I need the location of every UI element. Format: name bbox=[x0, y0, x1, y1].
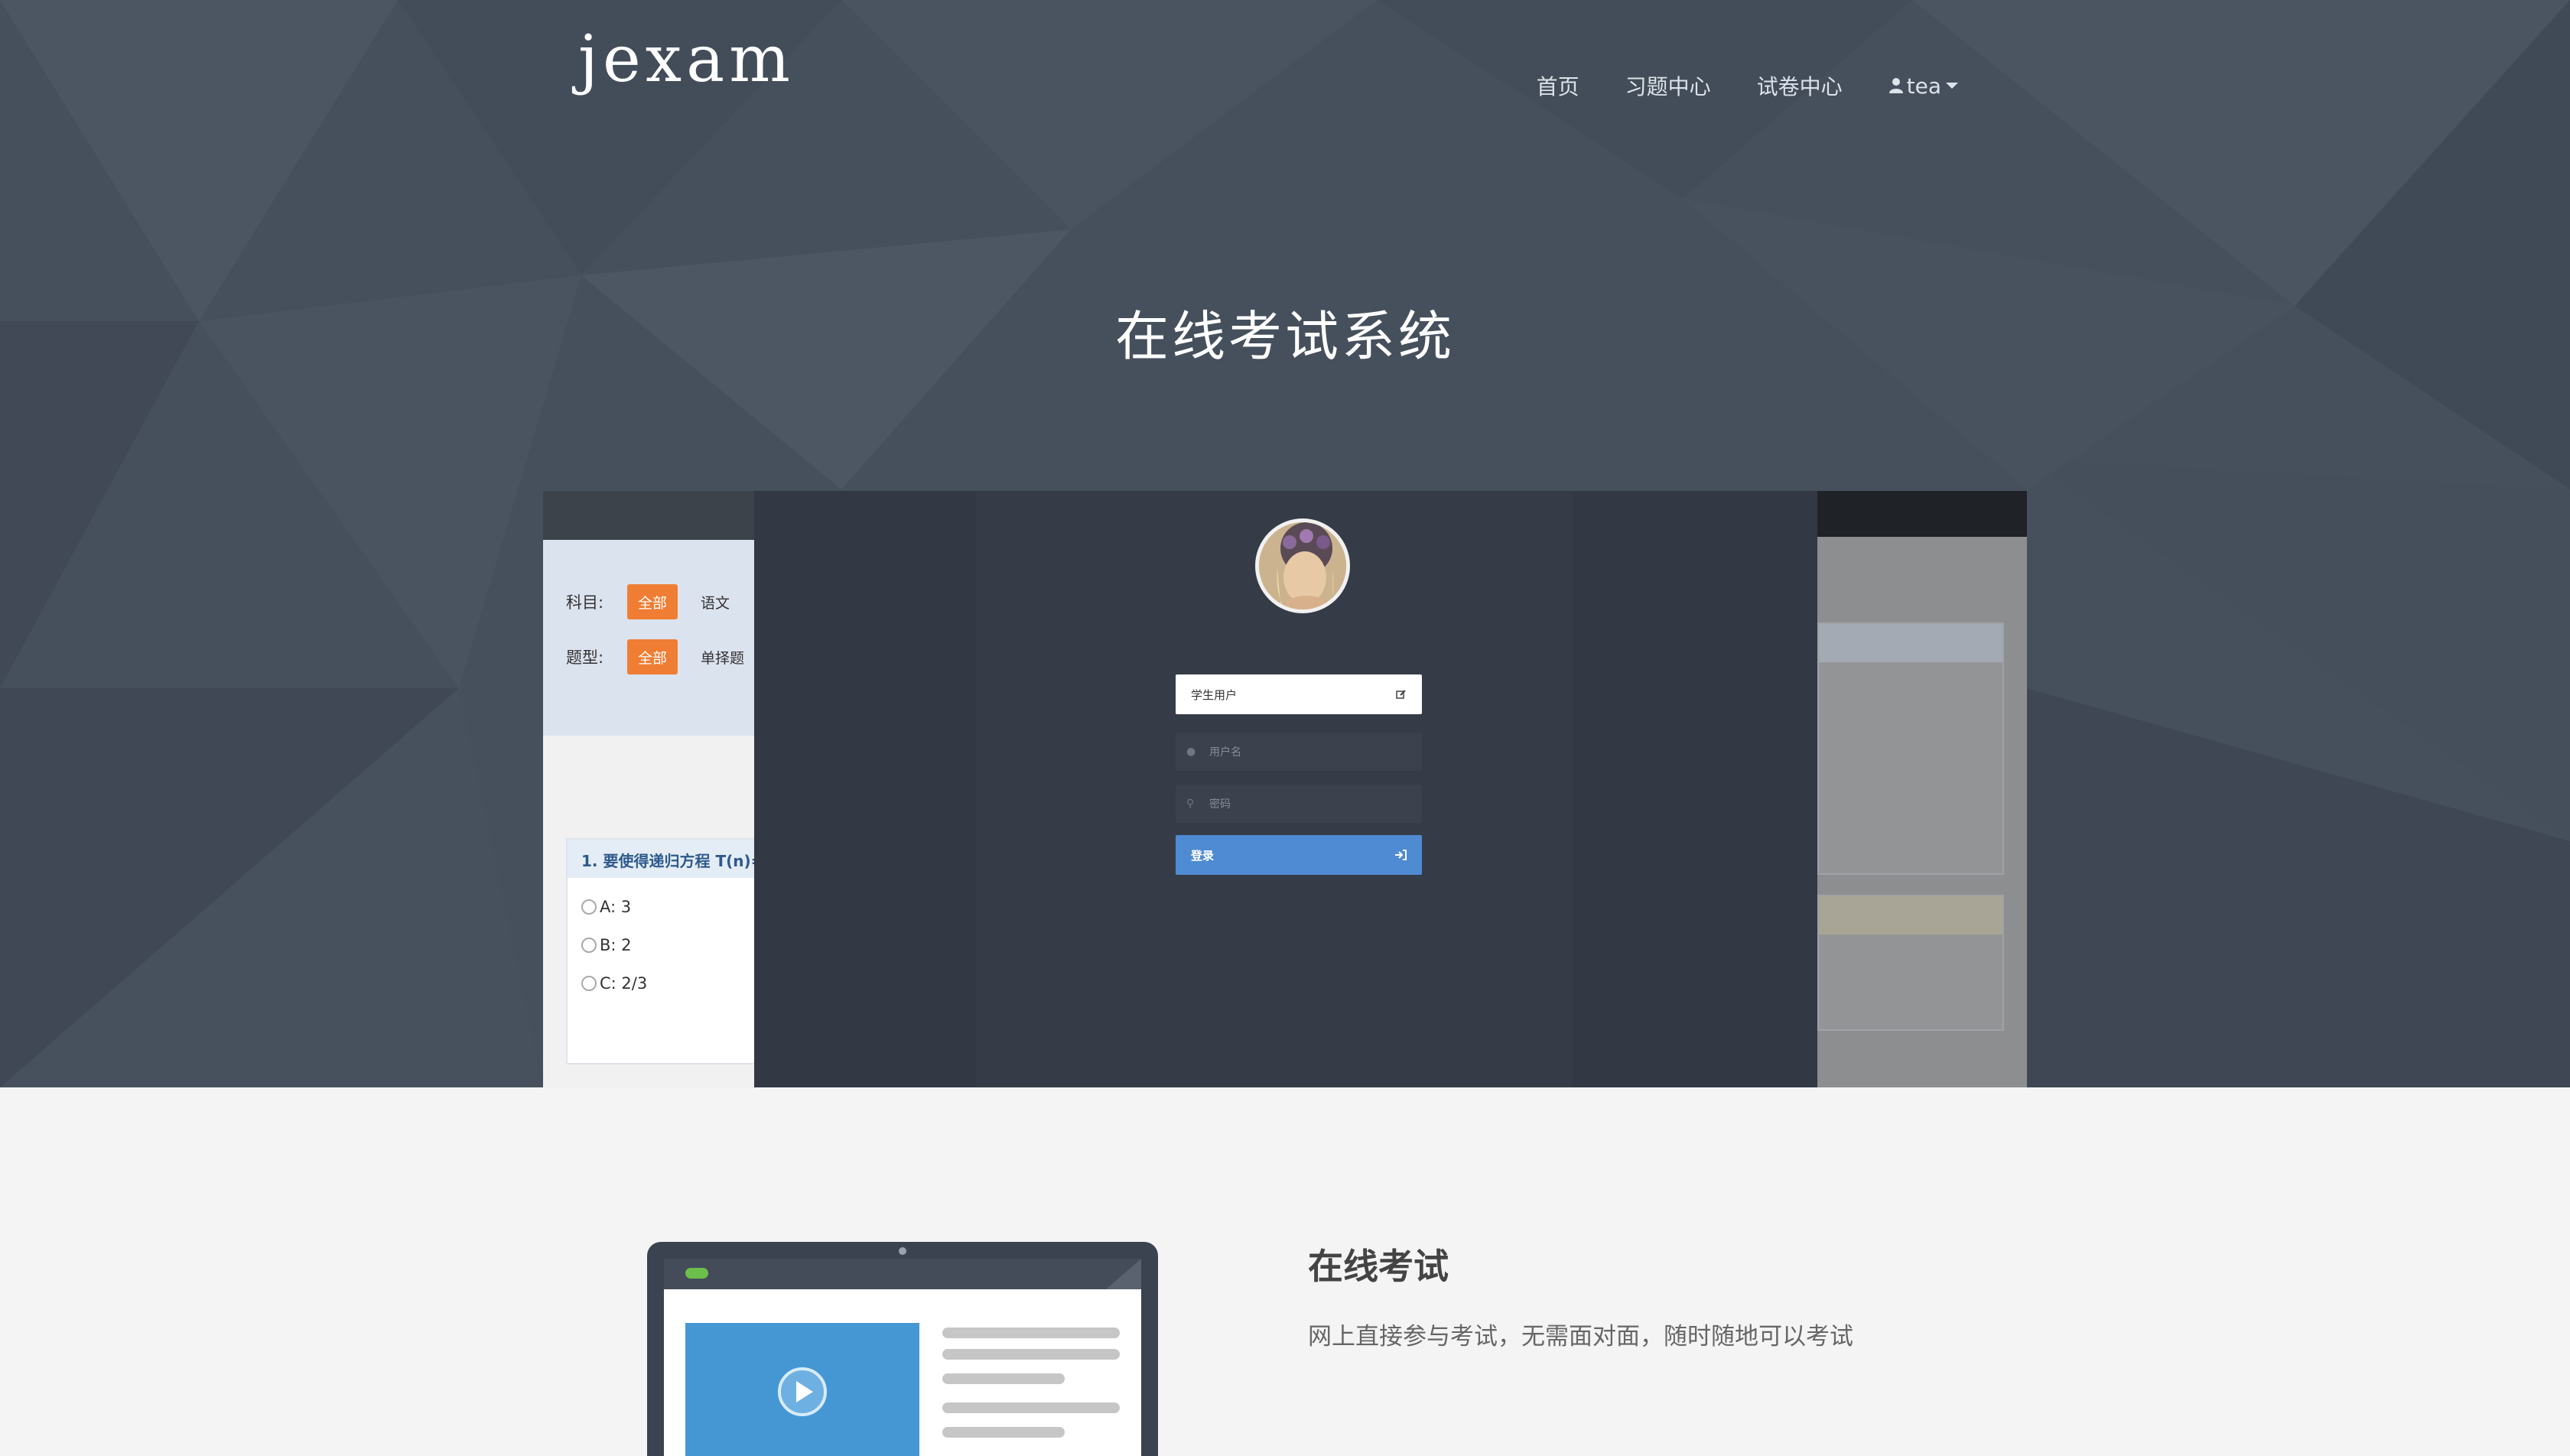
question-title: 1. 要使得递归方程 T(n)= bbox=[568, 840, 779, 878]
preview-topbar bbox=[1817, 491, 2027, 537]
answer-option-label: A: 3 bbox=[600, 898, 632, 916]
role-select-value: 学生用户 bbox=[1191, 687, 1238, 702]
preview-card bbox=[1817, 622, 2004, 875]
preview-card bbox=[1817, 895, 2004, 1031]
feature-description: 网上直接参与考试，无需面对面，随时随地可以考试 bbox=[1308, 1323, 1853, 1350]
avatar bbox=[1255, 518, 1350, 613]
preview-topbar bbox=[543, 491, 754, 540]
password-placeholder: 密码 bbox=[1209, 798, 1231, 811]
main-nav: 首页 习题中心 试卷中心 tea bbox=[1491, 70, 1958, 101]
preview-login-panel: 学生用户 ● 用户名 ⚲ 密码 登录 bbox=[754, 491, 1817, 1087]
answer-option-label: C: 2/3 bbox=[600, 974, 648, 993]
answer-option[interactable]: C: 2/3 bbox=[581, 974, 779, 993]
filter-label: 题型: bbox=[566, 648, 604, 667]
user-icon: ● bbox=[1186, 746, 1196, 758]
filter-chip-all[interactable]: 全部 bbox=[627, 584, 678, 619]
username-placeholder: 用户名 bbox=[1209, 746, 1241, 759]
hero-title: 在线考试系统 bbox=[1115, 305, 1455, 368]
login-button[interactable]: 登录 bbox=[1176, 835, 1422, 875]
user-menu[interactable]: tea bbox=[1888, 73, 1958, 99]
filter-label: 科目: bbox=[566, 593, 604, 612]
laptop-illustration bbox=[647, 1242, 1158, 1456]
filter-option[interactable]: 单择题 bbox=[701, 647, 744, 668]
preview-paper-panel bbox=[1817, 491, 2027, 1087]
password-input[interactable]: ⚲ 密码 bbox=[1176, 785, 1422, 823]
username-input[interactable]: ● 用户名 bbox=[1176, 733, 1422, 771]
filter-row-type: 题型: 全部 单择题 bbox=[566, 638, 754, 676]
answer-option[interactable]: A: 3 bbox=[581, 898, 779, 916]
chevron-down-icon bbox=[1946, 83, 1958, 89]
preview-question-card: 1. 要使得递归方程 T(n)= A: 3 B: 2 C: 2/3 bbox=[566, 838, 780, 1064]
radio-icon bbox=[581, 938, 597, 953]
login-button-label: 登录 bbox=[1191, 848, 1215, 863]
sign-in-icon bbox=[1395, 850, 1407, 860]
nav-home[interactable]: 首页 bbox=[1537, 70, 1579, 101]
radio-icon bbox=[581, 899, 597, 915]
answer-option-label: B: 2 bbox=[600, 936, 632, 954]
filter-option[interactable]: 语文 bbox=[701, 592, 730, 613]
nav-exercise-center[interactable]: 习题中心 bbox=[1625, 70, 1711, 101]
hero-section: jexam 首页 习题中心 试卷中心 tea 在线考试系统 科目: 全部 语文 bbox=[0, 0, 2570, 1087]
answer-option[interactable]: B: 2 bbox=[581, 936, 779, 954]
user-icon bbox=[1888, 78, 1903, 93]
preview-card-header bbox=[1819, 896, 2002, 934]
edit-icon bbox=[1396, 690, 1406, 699]
filter-chip-all[interactable]: 全部 bbox=[627, 639, 678, 674]
nav-paper-center[interactable]: 试卷中心 bbox=[1757, 70, 1843, 101]
status-indicator bbox=[685, 1268, 708, 1279]
role-select[interactable]: 学生用户 bbox=[1176, 674, 1422, 714]
feature-section: 在线考试 网上直接参与考试，无需面对面，随时随地可以考试 bbox=[0, 1087, 2570, 1456]
preview-card-header bbox=[1819, 624, 2002, 662]
camera-icon bbox=[899, 1247, 906, 1255]
feature-title: 在线考试 bbox=[1308, 1246, 1449, 1287]
key-icon: ⚲ bbox=[1186, 798, 1195, 810]
brand-logo[interactable]: jexam bbox=[578, 21, 795, 96]
radio-icon bbox=[581, 976, 597, 991]
preview-filter: 科目: 全部 语文 题型: 全部 单择题 bbox=[543, 540, 754, 736]
app-preview: 科目: 全部 语文 题型: 全部 单择题 1. 要使得递归方程 T(n)= A:… bbox=[543, 491, 2027, 1087]
filter-row-subject: 科目: 全部 语文 bbox=[566, 583, 754, 621]
user-name: tea bbox=[1906, 73, 1941, 99]
